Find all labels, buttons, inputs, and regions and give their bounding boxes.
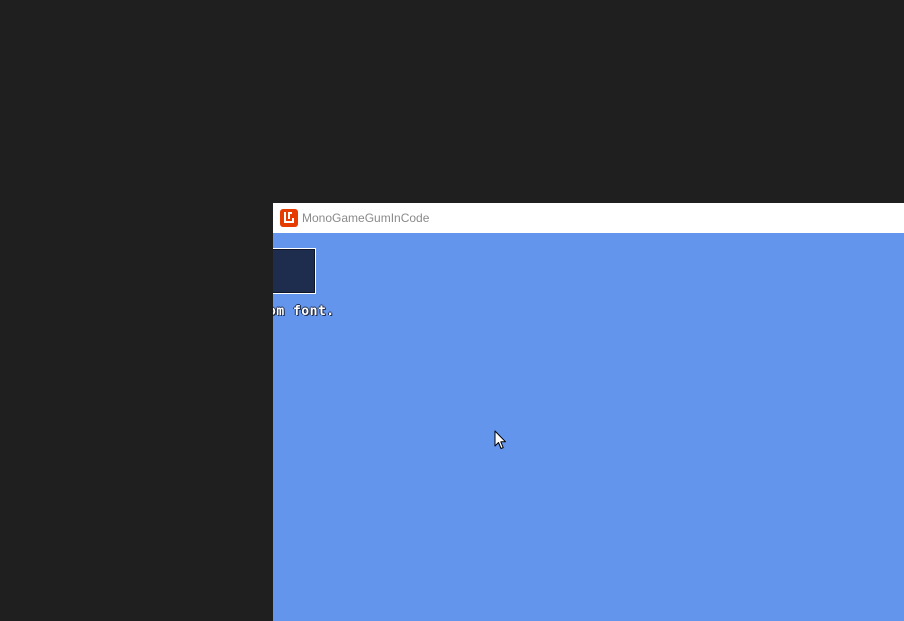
window-titlebar[interactable]: MonoGameGumInCode	[273, 203, 904, 233]
gum-button[interactable]	[273, 248, 316, 294]
window-title: MonoGameGumInCode	[302, 211, 430, 225]
custom-font-text: om font.	[273, 304, 335, 319]
arrow-pointer-icon	[494, 430, 506, 449]
game-viewport[interactable]: om font.	[273, 233, 904, 621]
game-window[interactable]: MonoGameGumInCode om font.	[273, 203, 904, 621]
monogame-logo-icon	[280, 209, 298, 227]
